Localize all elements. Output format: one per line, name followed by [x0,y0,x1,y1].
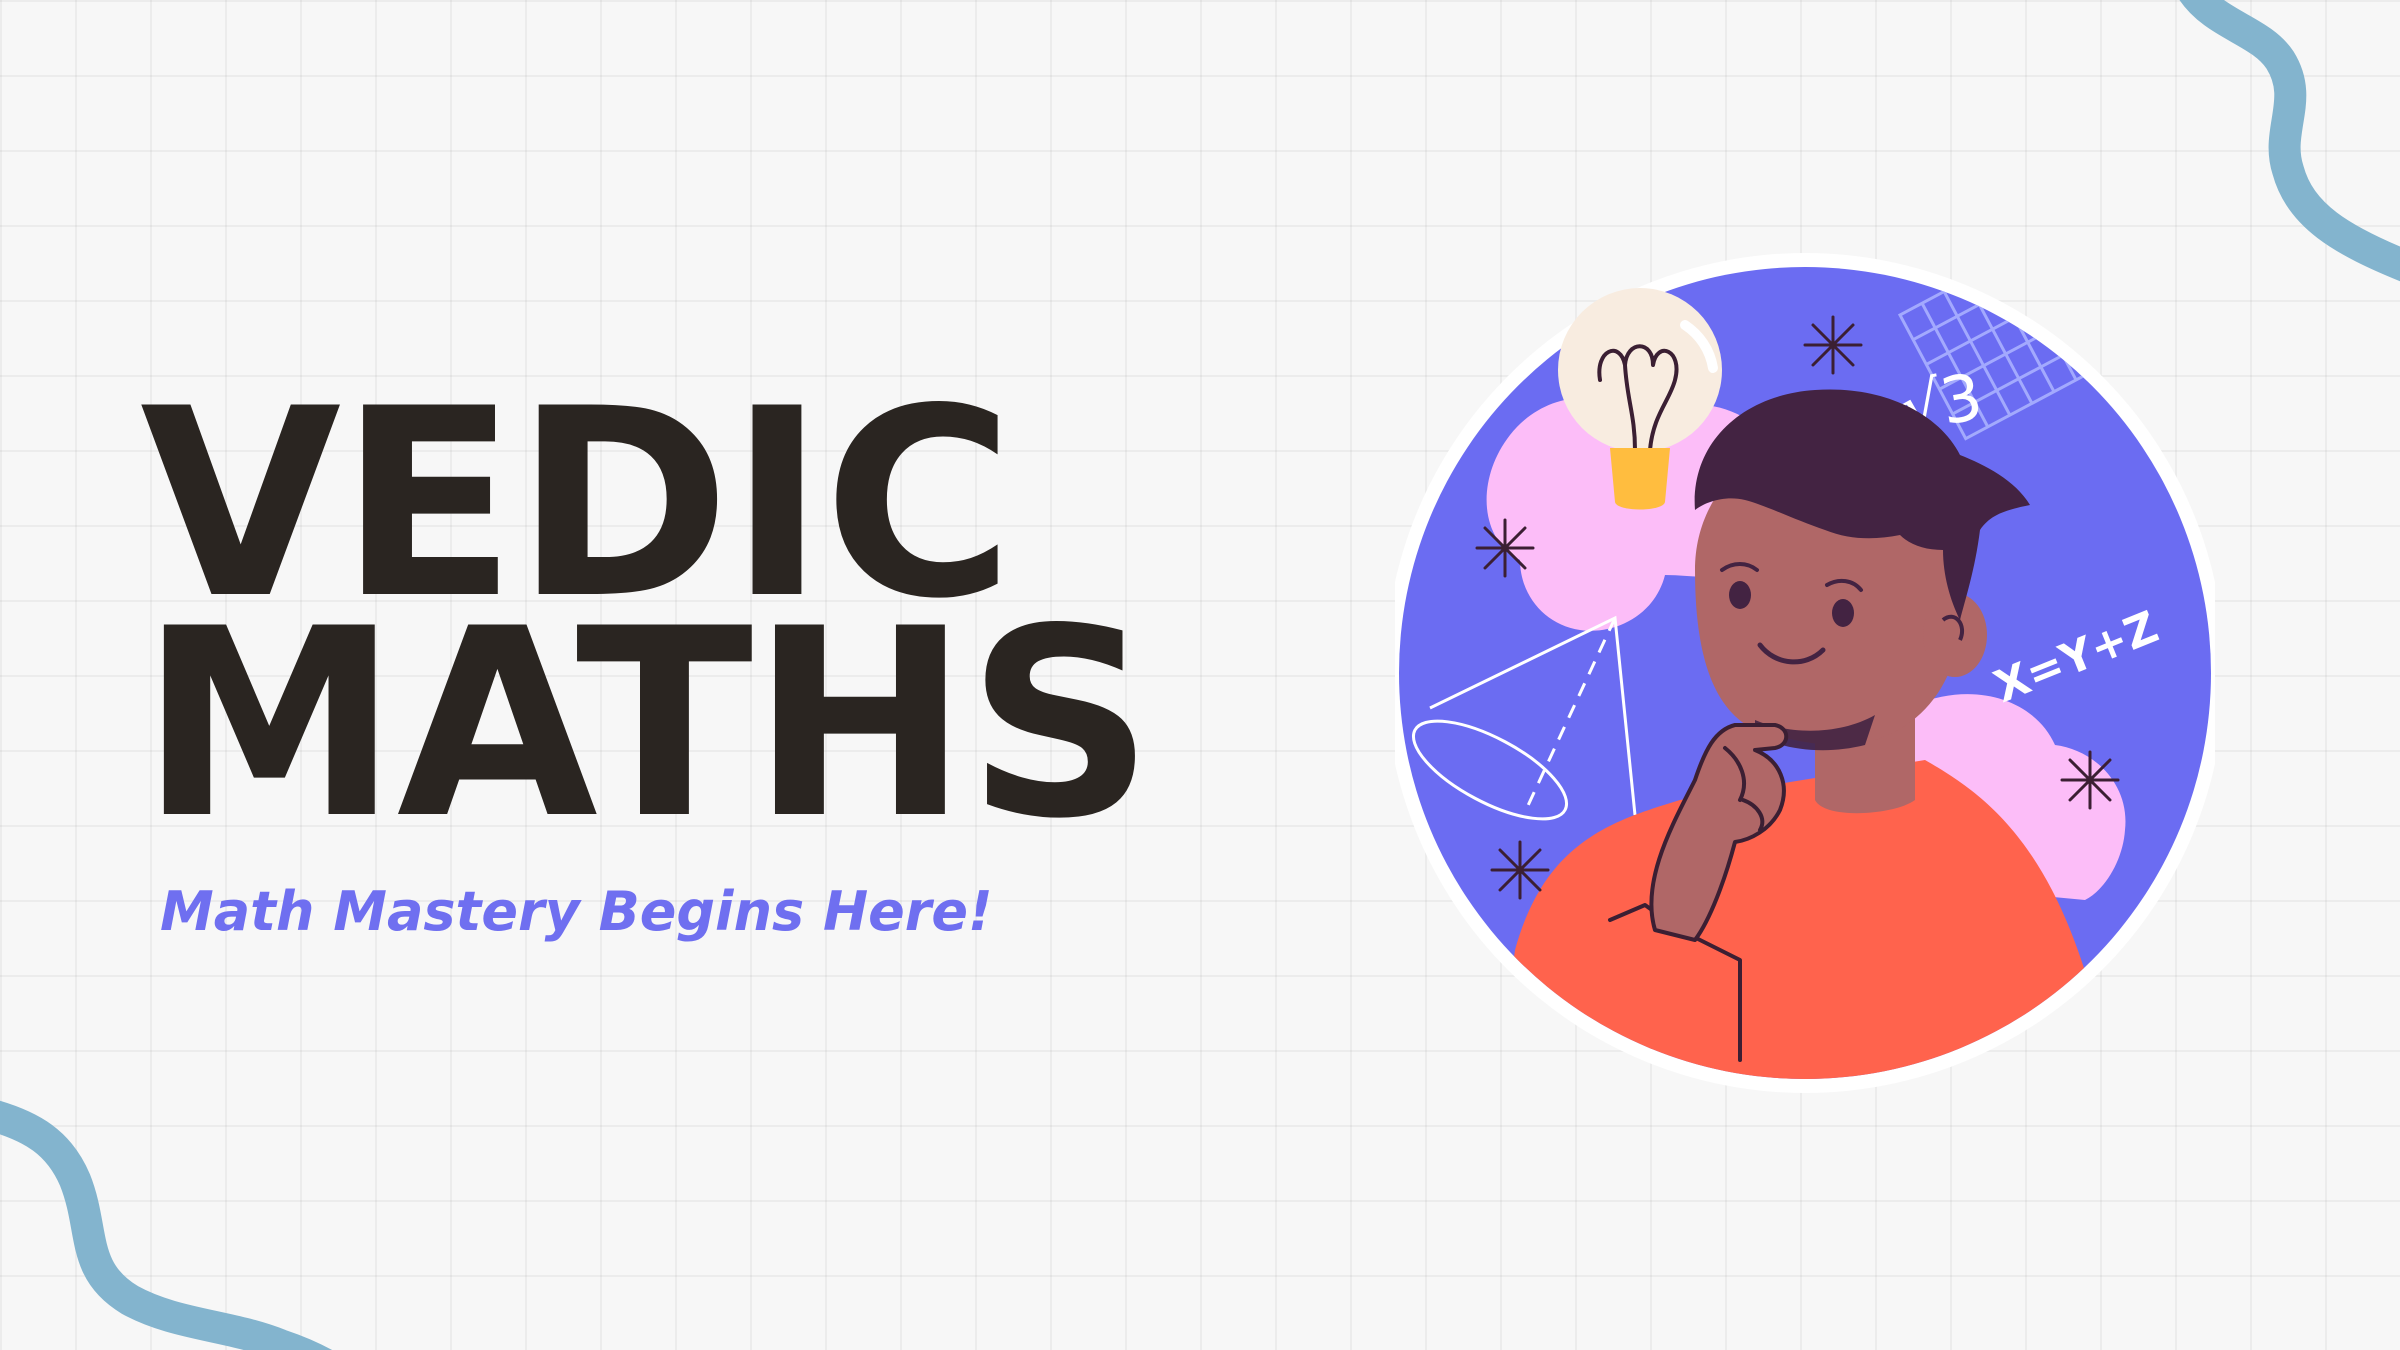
title-block: VEDIC MATHS [140,375,1154,876]
right-eye [1832,599,1854,627]
title-line-2: MATHS [140,574,1154,876]
thinking-student-illustration: √3 X=Y+Z [1395,253,2215,1093]
left-eye [1729,581,1751,609]
subtitle: Math Mastery Begins Here! [160,880,993,943]
squiggle-bottom-left [0,1100,332,1350]
